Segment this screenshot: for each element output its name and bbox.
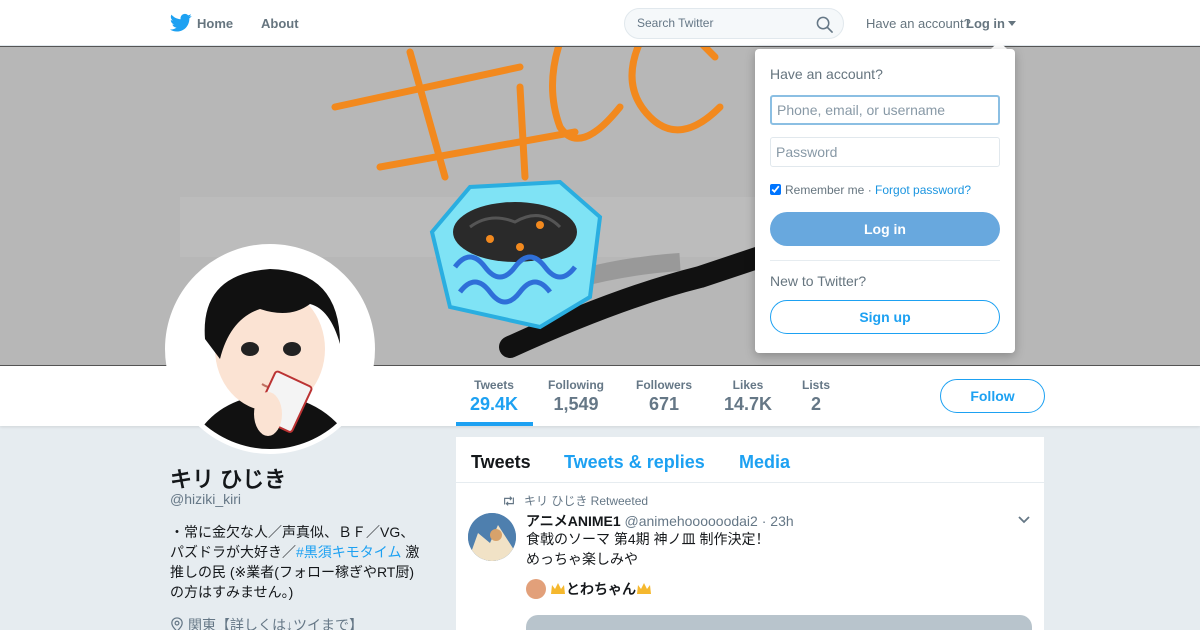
follow-button[interactable]: Follow: [940, 379, 1045, 413]
have-account-text: Have an account?: [866, 16, 971, 31]
tweet-author-avatar[interactable]: [468, 513, 516, 561]
login-dropdown-title: Have an account?: [770, 66, 883, 82]
crown-icon: [637, 583, 651, 594]
quoted-user[interactable]: とわちゃん: [526, 579, 652, 599]
nav-home-link[interactable]: Home: [197, 16, 233, 31]
avatar-illustration: [170, 249, 370, 449]
stat-label: Following: [548, 378, 604, 392]
stat-value: 1,549: [553, 394, 599, 414]
search-icon[interactable]: [816, 16, 833, 33]
login-dropdown: Have an account? Remember me · Forgot pa…: [755, 49, 1015, 353]
remember-me-label[interactable]: Remember me: [785, 183, 864, 197]
stat-lists[interactable]: Lists 2: [802, 378, 830, 415]
profile-location: 関東【詳しくは↓ツイまで】: [170, 615, 363, 630]
retweet-icon: [504, 496, 514, 506]
profile-name: キリ ひじき: [170, 467, 287, 492]
quoted-user-name: とわちゃん: [566, 581, 636, 597]
stat-value: 14.7K: [724, 394, 773, 414]
chevron-down-icon[interactable]: [1018, 516, 1030, 524]
signup-button[interactable]: Sign up: [770, 300, 1000, 334]
tab-tweets-and-replies[interactable]: Tweets & replies: [564, 452, 705, 473]
username-field[interactable]: [770, 95, 1000, 125]
forgot-password-link[interactable]: Forgot password?: [875, 183, 971, 197]
avatar-illustration: [468, 513, 516, 561]
stat-followers[interactable]: Followers 671: [636, 378, 692, 415]
location-text: 関東【詳しくは↓ツイまで】: [188, 617, 363, 630]
caret-down-icon[interactable]: [1008, 21, 1016, 26]
nav-about-link[interactable]: About: [261, 16, 299, 31]
stat-label: Lists: [802, 378, 831, 392]
retweet-context: キリ ひじき Retweeted: [502, 492, 648, 509]
profile-avatar[interactable]: [165, 244, 375, 454]
active-stat-underline: [456, 422, 533, 426]
tweet-text-line: めっちゃ楽しみや: [526, 551, 638, 567]
login-dropdown-toggle[interactable]: Log in: [966, 16, 1005, 31]
stat-tweets[interactable]: Tweets 29.4K: [470, 378, 518, 415]
stat-likes[interactable]: Likes 14.7K: [724, 378, 772, 415]
profile-handle[interactable]: @hiziki_kiri: [170, 491, 241, 507]
timeline: Tweets Tweets & replies Media キリ ひじき Ret…: [456, 437, 1044, 630]
quoted-user-avatar: [526, 579, 546, 599]
login-button[interactable]: Log in: [770, 212, 1000, 246]
tweet-timestamp[interactable]: · 23h: [762, 513, 794, 529]
stat-value: 29.4K: [470, 394, 519, 414]
tweet-author-handle[interactable]: @animehoooooodai2: [625, 513, 758, 529]
stat-value: 671: [648, 394, 680, 414]
stat-value: 2: [811, 394, 822, 414]
stat-label: Likes: [732, 378, 764, 392]
remember-me-checkbox[interactable]: [770, 184, 781, 195]
search-box: [624, 8, 844, 39]
tweet-media-card[interactable]: [526, 615, 1032, 630]
search-input[interactable]: [637, 16, 807, 30]
stat-label: Followers: [636, 378, 693, 392]
location-pin-icon: [171, 617, 183, 630]
tweet-text: 食戟のソーマ 第4期 神ノ皿 制作決定！ めっちゃ楽しみや: [526, 529, 769, 569]
dropdown-divider: [770, 260, 1000, 261]
top-nav: Home About Have an account? Log in: [0, 0, 1200, 46]
new-to-twitter-text: New to Twitter?: [770, 273, 867, 289]
crown-icon: [551, 583, 565, 594]
tab-media[interactable]: Media: [739, 452, 790, 473]
password-field[interactable]: [770, 137, 1000, 167]
separator-dot: ·: [864, 183, 876, 197]
retweet-context-text[interactable]: キリ ひじき Retweeted: [524, 494, 648, 508]
profile-bio: ・常に金欠な人／声真似、ＢＦ／VG、パズドラが大好き／#黒須キモタイム 激推しの…: [170, 522, 425, 602]
remember-row: Remember me · Forgot password?: [770, 183, 971, 197]
tweet-author-name[interactable]: アニメANIME1: [526, 513, 621, 529]
tweet-header: アニメANIME1 @animehoooooodai2 · 23h: [526, 511, 794, 531]
tweet-text-line: 食戟のソーマ 第4期 神ノ皿 制作決定！: [526, 531, 770, 547]
bio-hashtag-link[interactable]: #黒須キモタイム: [296, 544, 402, 560]
stat-following[interactable]: Following 1,549: [548, 378, 604, 415]
tab-divider: [456, 482, 1044, 483]
twitter-bird-icon[interactable]: [170, 13, 192, 33]
tab-tweets[interactable]: Tweets: [471, 452, 531, 473]
stat-label: Tweets: [474, 378, 514, 392]
